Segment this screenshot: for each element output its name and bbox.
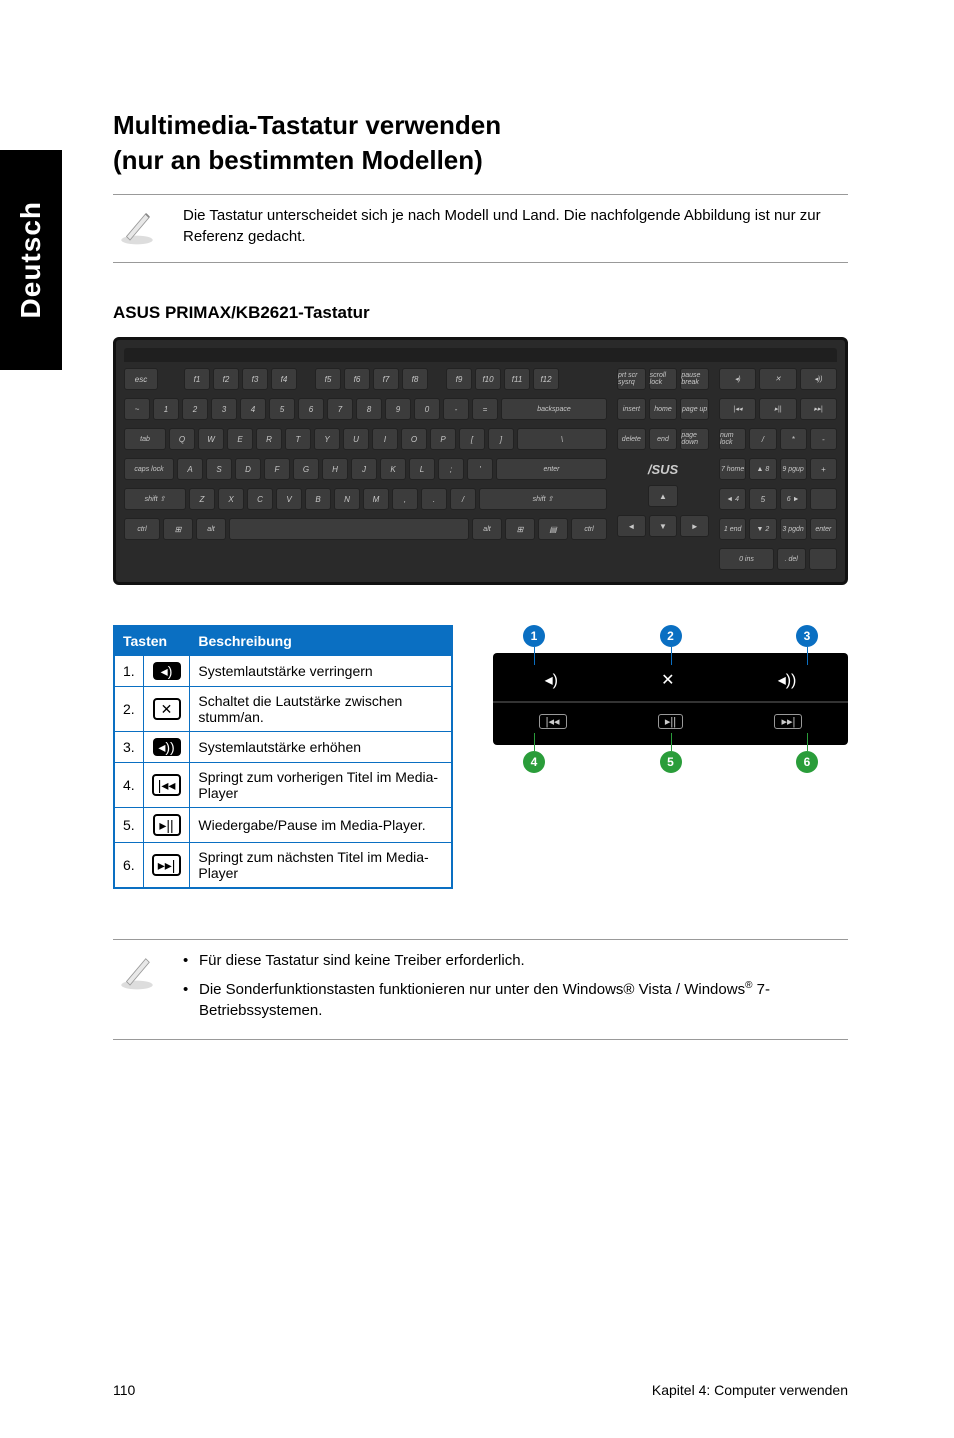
th-tasten: Tasten bbox=[114, 626, 190, 656]
key-f2: f2 bbox=[213, 368, 239, 390]
hotkey-table: Tasten Beschreibung 1. ◂) Systemlautstär… bbox=[113, 625, 453, 889]
table-row: 4. |◂◂ Springt zum vorherigen Titel im M… bbox=[114, 763, 452, 808]
prev-track-icon: |◂◂ bbox=[152, 774, 182, 796]
keyboard-figure: esc f1 f2 f3 f4 f5 f6 f7 f8 f9 f10 f11 f… bbox=[113, 337, 848, 585]
key-f12: f12 bbox=[533, 368, 559, 390]
vol-up-icon: ◂)) bbox=[153, 738, 181, 756]
note-icon bbox=[113, 205, 161, 252]
panel-vol-down-icon: ◂) bbox=[545, 670, 558, 690]
key-f10: f10 bbox=[475, 368, 501, 390]
key-f4: f4 bbox=[271, 368, 297, 390]
next-track-icon: ▸▸| bbox=[152, 854, 182, 876]
page-footer: 110 Kapitel 4: Computer verwenden bbox=[113, 1382, 848, 1398]
page-number: 110 bbox=[113, 1382, 135, 1398]
keyboard-heading: ASUS PRIMAX/KB2621-Tastatur bbox=[113, 303, 848, 323]
vol-down-icon: ◂) bbox=[153, 662, 181, 680]
callout-2: 2 bbox=[660, 625, 682, 647]
callout-1: 1 bbox=[523, 625, 545, 647]
asus-logo: /SUS bbox=[617, 458, 709, 481]
key-f6: f6 bbox=[344, 368, 370, 390]
key-f8: f8 bbox=[402, 368, 428, 390]
panel-play-icon: ▸|| bbox=[658, 714, 683, 729]
callout-6: 6 bbox=[796, 751, 818, 773]
page-content: Multimedia-Tastatur verwenden (nur an be… bbox=[113, 110, 848, 1040]
panel-prev-icon: |◂◂ bbox=[539, 714, 567, 729]
key-f5: f5 bbox=[315, 368, 341, 390]
table-row: 5. ▸|| Wiedergabe/Pause im Media-Player. bbox=[114, 808, 452, 843]
key-f11: f11 bbox=[504, 368, 530, 390]
key-esc: esc bbox=[124, 368, 158, 390]
callout-3: 3 bbox=[796, 625, 818, 647]
page-title: Multimedia-Tastatur verwenden bbox=[113, 110, 848, 141]
chapter-label: Kapitel 4: Computer verwenden bbox=[652, 1382, 848, 1398]
note-text-1: Die Tastatur unterscheidet sich je nach … bbox=[183, 205, 848, 247]
table-row: 2. ✕ Schaltet die Lautstärke zwischen st… bbox=[114, 687, 452, 732]
play-pause-icon: ▸|| bbox=[153, 814, 181, 836]
table-row: 3. ◂)) Systemlautstärke erhöhen bbox=[114, 732, 452, 763]
note-block-2: Für diese Tastatur sind keine Treiber er… bbox=[113, 939, 848, 1040]
media-panel: ◂) ✕ ◂)) |◂◂ ▸|| ▸▸| bbox=[493, 653, 848, 745]
language-label: Deutsch bbox=[15, 201, 47, 318]
mute-icon: ✕ bbox=[153, 698, 181, 720]
panel-next-icon: ▸▸| bbox=[774, 714, 802, 729]
key-f7: f7 bbox=[373, 368, 399, 390]
key-f3: f3 bbox=[242, 368, 268, 390]
callout-4: 4 bbox=[523, 751, 545, 773]
panel-mute-icon: ✕ bbox=[661, 670, 674, 690]
hotkey-diagram: 1 2 3 ◂) ✕ ◂)) |◂◂ ▸|| ▸▸| 4 5 6 bbox=[493, 625, 848, 773]
page-subtitle: (nur an bestimmten Modellen) bbox=[113, 145, 848, 176]
table-row: 1. ◂) Systemlautstärke verringern bbox=[114, 656, 452, 687]
note-icon bbox=[113, 950, 161, 997]
note-block-1: Die Tastatur unterscheidet sich je nach … bbox=[113, 194, 848, 263]
note2-item-1: Für diese Tastatur sind keine Treiber er… bbox=[183, 950, 848, 971]
panel-vol-up-icon: ◂)) bbox=[778, 670, 797, 690]
language-tab: Deutsch bbox=[0, 150, 62, 370]
th-beschreibung: Beschreibung bbox=[190, 626, 452, 656]
note2-item-2: Die Sonderfunktionstasten funktionieren … bbox=[183, 979, 848, 1021]
table-row: 6. ▸▸| Springt zum nächsten Titel im Med… bbox=[114, 843, 452, 889]
key-f1: f1 bbox=[184, 368, 210, 390]
key-f9: f9 bbox=[446, 368, 472, 390]
callout-5: 5 bbox=[660, 751, 682, 773]
